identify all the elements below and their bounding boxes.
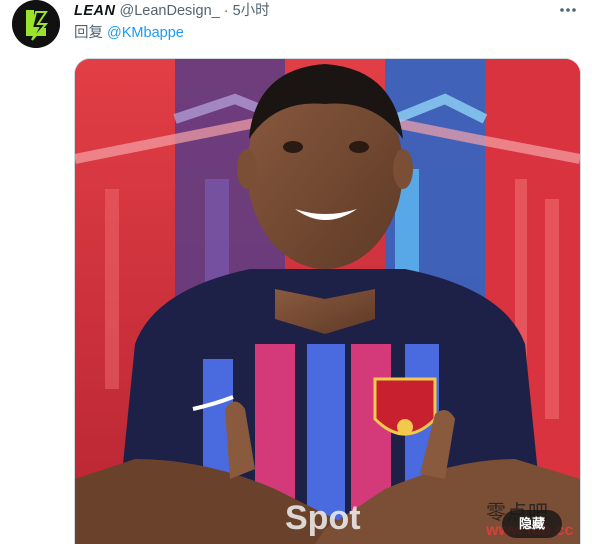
- tweet-header: LEAN @LeanDesign_ · 5小时: [74, 2, 270, 22]
- lean-logo-icon: [12, 0, 60, 48]
- separator-dot: ·: [223, 3, 229, 19]
- tweet-image[interactable]: Spot: [74, 58, 581, 544]
- tweet[interactable]: LEAN @LeanDesign_ · 5小时 回复 @KMbappe Spot…: [0, 0, 592, 544]
- user-handle[interactable]: @LeanDesign_: [120, 3, 220, 19]
- reply-context: 回复 @KMbappe: [74, 24, 184, 42]
- avatar[interactable]: [12, 0, 60, 48]
- reply-label: 回复: [74, 25, 103, 41]
- display-name[interactable]: LEAN: [74, 3, 115, 19]
- player-illustration: Spot: [75, 59, 580, 544]
- timestamp[interactable]: 5小时: [233, 3, 270, 19]
- more-dots-icon[interactable]: [558, 2, 578, 18]
- svg-text:Spot: Spot: [285, 499, 361, 537]
- reply-to-link[interactable]: @KMbappe: [107, 25, 184, 41]
- hide-button[interactable]: 隐藏: [502, 510, 562, 538]
